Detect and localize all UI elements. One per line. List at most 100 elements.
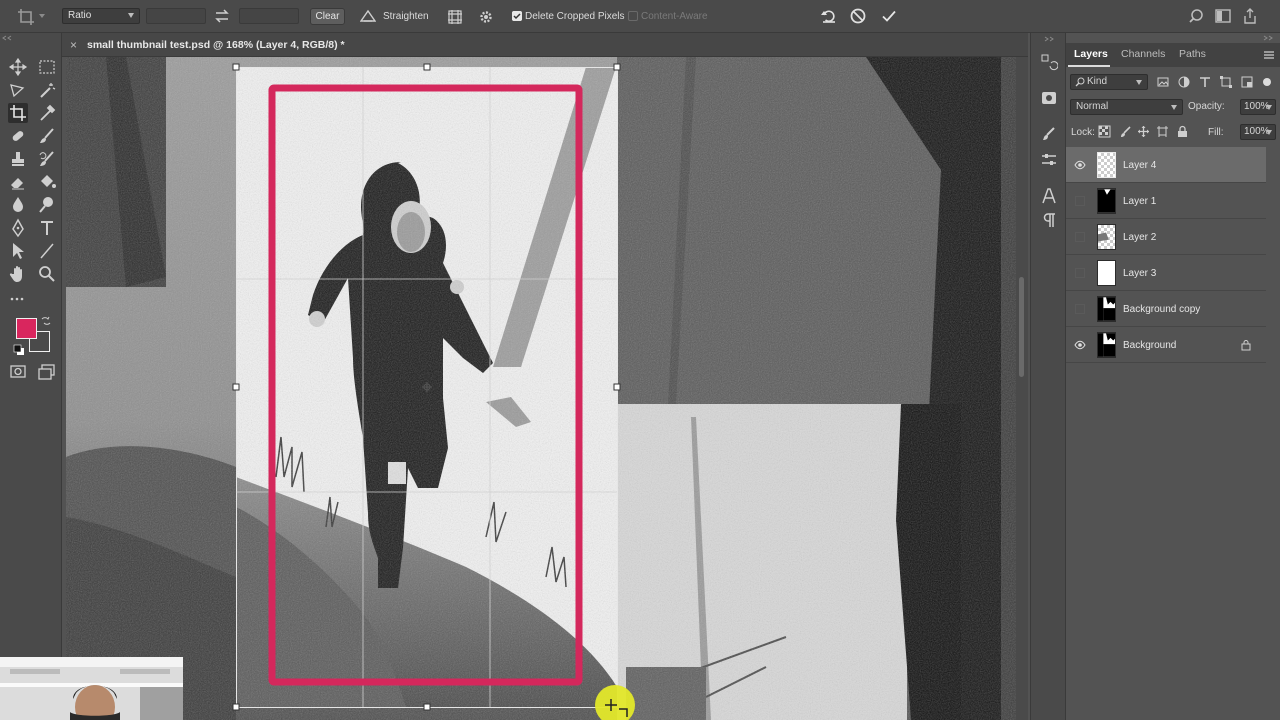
cancel-icon[interactable]	[849, 7, 867, 25]
panel-collapse-handle[interactable]	[0, 33, 62, 43]
swap-icon[interactable]	[214, 8, 230, 24]
pen-tool-icon[interactable]	[8, 218, 28, 238]
lock-icon[interactable]	[1241, 339, 1251, 351]
layer-name[interactable]: Layer 4	[1123, 160, 1156, 171]
path-selection-tool-icon[interactable]	[8, 241, 28, 261]
opacity-input[interactable]: 100%	[1240, 99, 1276, 115]
layer-name[interactable]: Layer 2	[1123, 232, 1156, 243]
history-brush-tool-icon[interactable]	[37, 149, 57, 169]
eraser-tool-icon[interactable]	[8, 172, 28, 192]
swap-colors-icon[interactable]	[40, 315, 52, 327]
filter-toggle-icon[interactable]	[1262, 75, 1272, 89]
layer-row[interactable]: Layer 3	[1066, 255, 1266, 291]
fill-input[interactable]: 100%	[1240, 124, 1276, 140]
eye-icon[interactable]	[1074, 160, 1086, 170]
chevron-down-icon[interactable]	[39, 14, 45, 18]
layer-row[interactable]: Layer 2	[1066, 219, 1266, 255]
more-tools-icon[interactable]	[8, 289, 28, 309]
visibility-toggle[interactable]	[1075, 304, 1085, 314]
layer-filter-select[interactable]: Kind	[1070, 74, 1148, 90]
layer-name[interactable]: Layer 3	[1123, 268, 1156, 279]
panel-menu-icon[interactable]	[1263, 49, 1275, 61]
tab-layers[interactable]: Layers	[1074, 48, 1108, 60]
document-tab[interactable]: × small thumbnail test.psd @ 168% (Layer…	[62, 33, 1028, 57]
visibility-toggle[interactable]	[1075, 268, 1085, 278]
overlay-grid-icon[interactable]	[447, 9, 463, 25]
ratio-height-input[interactable]	[239, 8, 299, 24]
gear-icon[interactable]	[478, 9, 494, 25]
canvas[interactable]	[66, 57, 1016, 720]
delete-cropped-checkbox[interactable]	[512, 11, 522, 21]
layer-row[interactable]: Background	[1066, 327, 1266, 363]
layer-name[interactable]: Layer 1	[1123, 196, 1156, 207]
reset-icon[interactable]	[820, 7, 838, 25]
filter-pixel-icon[interactable]	[1156, 75, 1170, 89]
document-title[interactable]: small thumbnail test.psd @ 168% (Layer 4…	[87, 39, 345, 51]
paint-bucket-tool-icon[interactable]	[37, 172, 57, 192]
tab-channels[interactable]: Channels	[1121, 48, 1165, 60]
paragraph-panel-icon[interactable]	[1040, 211, 1058, 229]
ratio-width-input[interactable]	[146, 8, 206, 24]
adjustments-panel-icon[interactable]	[1040, 151, 1058, 169]
marquee-tool-icon[interactable]	[37, 57, 57, 77]
eye-icon[interactable]	[1074, 340, 1086, 350]
brush-tool-icon[interactable]	[37, 126, 57, 146]
filter-shape-icon[interactable]	[1219, 75, 1233, 89]
color-panel-icon[interactable]	[1040, 89, 1058, 107]
visibility-toggle[interactable]	[1075, 196, 1085, 206]
default-colors-icon[interactable]	[13, 344, 25, 356]
vertical-scrollbar[interactable]	[1016, 57, 1028, 720]
workspace-icon[interactable]	[1215, 9, 1231, 23]
type-tool-icon[interactable]	[37, 218, 57, 238]
search-icon[interactable]	[1188, 8, 1204, 24]
layer-name[interactable]: Background copy	[1123, 304, 1200, 315]
close-document-icon[interactable]: ×	[70, 38, 77, 52]
filter-type-icon[interactable]	[1198, 75, 1212, 89]
tab-paths[interactable]: Paths	[1179, 48, 1206, 60]
lock-artboard-icon[interactable]	[1156, 125, 1169, 138]
layer-name[interactable]: Background	[1123, 340, 1176, 351]
layer-row[interactable]: Layer 4	[1066, 147, 1266, 183]
zoom-tool-icon[interactable]	[37, 264, 57, 284]
crop-tool-icon[interactable]	[16, 7, 36, 27]
brushes-panel-icon[interactable]	[1040, 125, 1058, 143]
share-icon[interactable]	[1242, 8, 1258, 24]
photo-canvas[interactable]	[66, 57, 1016, 720]
content-aware-label[interactable]: Content-Aware	[641, 11, 708, 22]
filter-smart-object-icon[interactable]	[1240, 75, 1254, 89]
clear-button[interactable]: Clear	[310, 8, 345, 25]
scrollbar-thumb[interactable]	[1019, 277, 1024, 377]
content-aware-checkbox[interactable]	[628, 11, 638, 21]
blend-mode-select[interactable]: Normal	[1070, 99, 1183, 115]
visibility-toggle[interactable]	[1075, 232, 1085, 242]
crop-ratio-select[interactable]: Ratio	[62, 8, 140, 24]
collapse-panel-icon[interactable]	[1262, 34, 1274, 42]
clone-stamp-tool-icon[interactable]	[8, 149, 28, 169]
crop-tool-icon[interactable]	[8, 103, 28, 123]
blur-tool-icon[interactable]	[8, 195, 28, 215]
screen-mode-icon[interactable]	[37, 362, 57, 382]
layer-row[interactable]: Layer 1	[1066, 183, 1266, 219]
collapse-dock-icon[interactable]	[1040, 35, 1058, 43]
character-panel-icon[interactable]	[1040, 187, 1058, 205]
lock-position-icon[interactable]	[1137, 125, 1150, 138]
straighten-label[interactable]: Straighten	[383, 11, 429, 22]
delete-cropped-label[interactable]: Delete Cropped Pixels	[525, 11, 625, 22]
filter-adjustment-icon[interactable]	[1177, 75, 1191, 89]
move-tool-icon[interactable]	[8, 57, 28, 77]
straighten-icon[interactable]	[360, 9, 376, 23]
lock-pixels-icon[interactable]	[1119, 125, 1132, 138]
quick-mask-icon[interactable]	[8, 362, 28, 382]
history-panel-icon[interactable]	[1040, 53, 1058, 71]
line-tool-icon[interactable]	[37, 241, 57, 261]
lock-all-icon[interactable]	[1176, 125, 1189, 138]
magic-wand-tool-icon[interactable]	[37, 80, 57, 100]
eyedropper-tool-icon[interactable]	[37, 103, 57, 123]
layer-row[interactable]: Background copy	[1066, 291, 1266, 327]
lasso-tool-icon[interactable]	[8, 80, 28, 100]
healing-brush-tool-icon[interactable]	[8, 126, 28, 146]
dodge-tool-icon[interactable]	[37, 195, 57, 215]
lock-transparent-icon[interactable]	[1098, 125, 1111, 138]
hand-tool-icon[interactable]	[8, 264, 28, 284]
foreground-color-swatch[interactable]	[16, 318, 37, 339]
